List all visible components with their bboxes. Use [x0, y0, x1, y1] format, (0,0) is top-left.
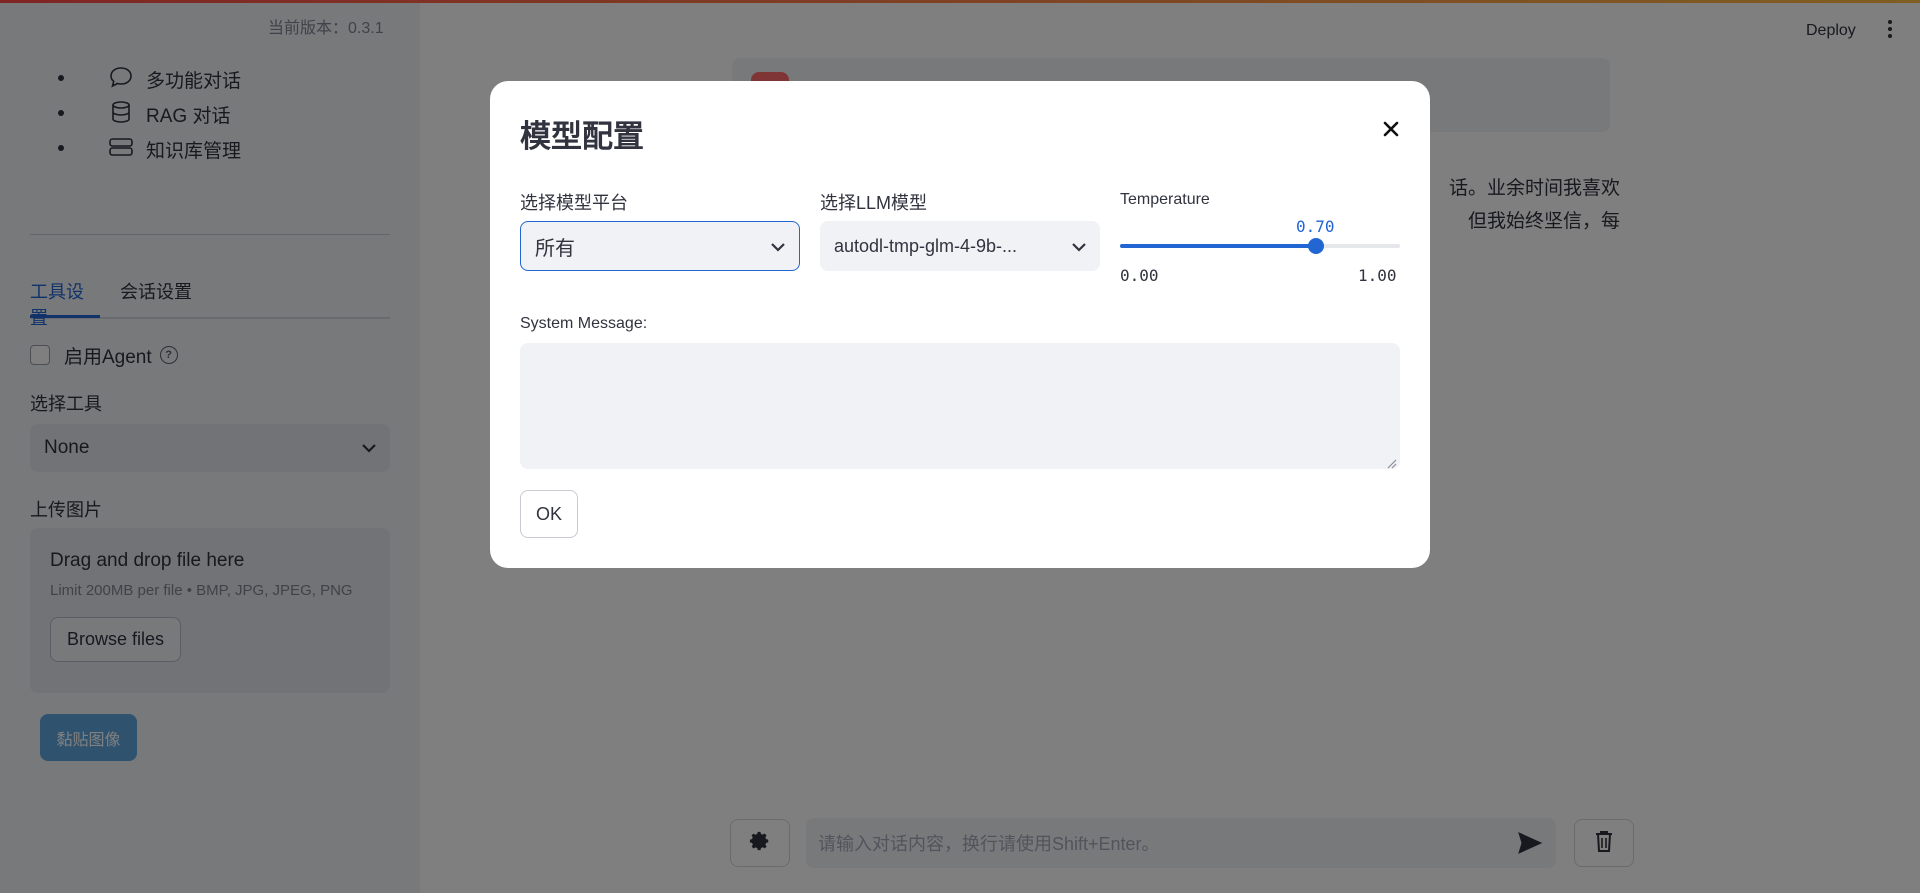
dialog-title: 模型配置 [520, 119, 644, 154]
chevron-down-icon [771, 235, 785, 258]
temperature-max: 1.00 [1358, 266, 1397, 285]
resize-handle-icon[interactable] [1387, 456, 1397, 474]
llm-select-value: autodl-tmp-glm-4-9b-... [834, 235, 1018, 256]
temperature-min: 0.00 [1120, 266, 1159, 285]
ok-button[interactable]: OK [520, 490, 578, 538]
model-config-dialog: 模型配置 选择模型平台 所有 选择LLM模型 autodl-tmp-glm-4-… [490, 81, 1430, 568]
temperature-slider-thumb[interactable] [1308, 238, 1324, 254]
temperature-slider-track[interactable] [1120, 238, 1400, 254]
close-button[interactable] [1377, 117, 1405, 145]
temperature-label: Temperature [1120, 191, 1210, 208]
platform-select-value: 所有 [535, 237, 575, 260]
temperature-slider-fill [1120, 244, 1316, 248]
chevron-down-icon [1072, 235, 1086, 258]
platform-select[interactable]: 所有 [520, 221, 800, 271]
system-message-label: System Message: [520, 315, 648, 332]
platform-select-label: 选择模型平台 [520, 193, 628, 213]
system-message-textarea[interactable] [520, 343, 1400, 469]
temperature-value: 0.70 [1296, 217, 1335, 236]
close-icon [1383, 121, 1399, 142]
llm-select-label: 选择LLM模型 [820, 193, 928, 213]
llm-model-select[interactable]: autodl-tmp-glm-4-9b-... [820, 221, 1100, 271]
